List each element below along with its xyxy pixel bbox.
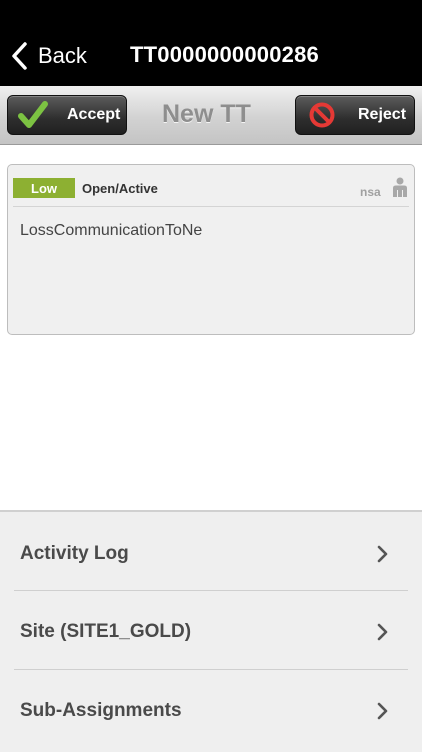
prohibited-icon — [309, 102, 335, 128]
reject-button[interactable]: Reject — [295, 95, 415, 135]
card-divider — [13, 206, 409, 207]
accept-label: Accept — [67, 106, 121, 123]
menu-item-label: Activity Log — [20, 543, 129, 564]
action-toolbar: Accept New TT Reject — [0, 86, 422, 145]
back-button[interactable]: Back — [10, 38, 87, 74]
chevron-left-icon — [12, 42, 27, 70]
reject-label: Reject — [358, 106, 407, 123]
toolbar-title: New TT — [162, 100, 251, 128]
service-tag: nsa — [360, 185, 381, 199]
priority-badge: Low — [13, 178, 75, 198]
status-text: Open/Active — [82, 181, 158, 196]
checkmark-icon — [18, 101, 48, 128]
chevron-right-icon — [377, 702, 388, 720]
ticket-description: LossCommunicationToNe — [20, 222, 203, 239]
navigation-bar: Back TT0000000000286 — [0, 0, 422, 86]
page-title: TT0000000000286 — [130, 42, 319, 67]
menu-item-activity-log[interactable]: Activity Log — [14, 513, 408, 591]
person-icon — [393, 177, 407, 197]
accept-button[interactable]: Accept — [7, 95, 127, 135]
menu-item-sub-assignments[interactable]: Sub-Assignments — [14, 670, 408, 748]
chevron-right-icon — [377, 623, 388, 641]
menu-item-label: Site (SITE1_GOLD) — [20, 621, 192, 642]
ticket-card: Low Open/Active nsa LossCommunicationToN… — [7, 164, 415, 335]
menu-item-label: Sub-Assignments — [20, 700, 182, 721]
menu-item-site[interactable]: Site (SITE1_GOLD) — [14, 591, 408, 669]
chevron-right-icon — [377, 545, 388, 563]
back-label: Back — [38, 43, 87, 68]
